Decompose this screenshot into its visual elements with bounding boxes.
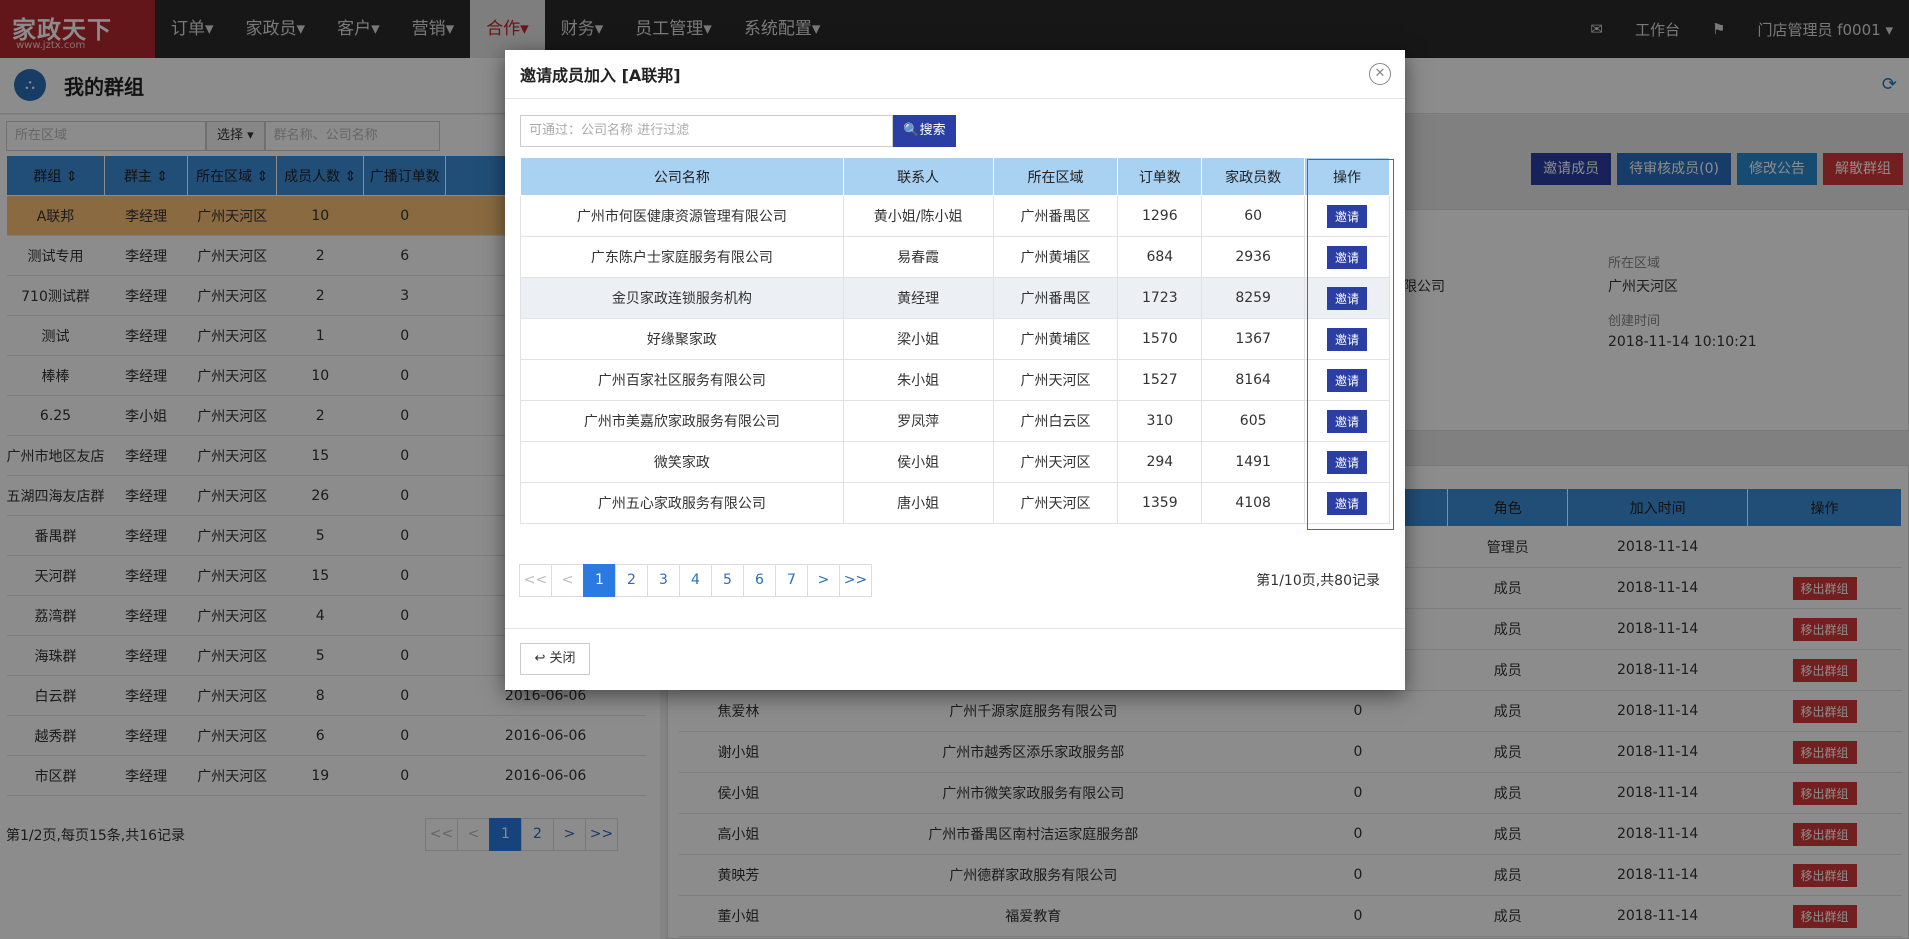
company-table-row: 广州市美嘉欣家政服务有限公司 罗凤萍 广州白云区 310 605 邀请 [520, 400, 1390, 442]
company-table-cell: 广州市何医健康资源管理有限公司 [520, 195, 844, 237]
company-table-cell: 1491 [1201, 441, 1306, 483]
company-table-cell: 广州黄埔区 [992, 236, 1119, 278]
company-table-cell: 60 [1201, 195, 1306, 237]
company-table-cell: 朱小姐 [842, 359, 994, 401]
action-column-highlight [1307, 159, 1394, 530]
page-link[interactable]: > [807, 564, 840, 597]
page-link[interactable]: 3 [647, 564, 680, 597]
close-icon[interactable]: ✕ [1369, 63, 1391, 85]
page-link[interactable]: 1 [583, 564, 616, 597]
company-table-cell: 294 [1117, 441, 1203, 483]
company-table-row: 微笑家政 侯小姐 广州天河区 294 1491 邀请 [520, 441, 1390, 483]
invite-member-dialog: 邀请成员加入 [A联邦] ✕ 可通过：公司名称 进行过滤 🔍搜索 公司名称 联系人… [505, 50, 1405, 690]
page-link[interactable]: 6 [743, 564, 776, 597]
page-link[interactable]: >> [839, 564, 872, 597]
company-table-cell: 1723 [1117, 277, 1203, 319]
company-table-cell: 广州白云区 [992, 400, 1119, 442]
company-table-row: 广州百家社区服务有限公司 朱小姐 广州天河区 1527 8164 邀请 [520, 359, 1390, 401]
company-table-row: 广州市何医健康资源管理有限公司 黄小姐/陈小姐 广州番禺区 1296 60 邀请 [520, 195, 1390, 237]
page-link[interactable]: 2 [615, 564, 648, 597]
company-table-cell: 易春霞 [842, 236, 994, 278]
company-table-cell: 684 [1117, 236, 1203, 278]
company-table-header: 订单数 [1117, 157, 1203, 196]
page-link[interactable]: 7 [775, 564, 808, 597]
company-table-cell: 广州百家社区服务有限公司 [520, 359, 844, 401]
page-link[interactable]: << [519, 564, 552, 597]
company-filter-input[interactable]: 可通过：公司名称 进行过滤 [520, 115, 893, 147]
company-table-cell: 广州五心家政服务有限公司 [520, 482, 844, 524]
company-table-cell: 1527 [1117, 359, 1203, 401]
company-table-cell: 广州天河区 [992, 441, 1119, 483]
company-table-row: 广州五心家政服务有限公司 唐小姐 广州天河区 1359 4108 邀请 [520, 482, 1390, 524]
company-table-cell: 黄经理 [842, 277, 994, 319]
company-table-header: 公司名称 [520, 157, 844, 196]
company-table-row: 广东陈户士家庭服务有限公司 易春霞 广州黄埔区 684 2936 邀请 [520, 236, 1390, 278]
company-table-cell: 广州天河区 [992, 359, 1119, 401]
company-table-cell: 罗凤萍 [842, 400, 994, 442]
company-table-row: 好缘聚家政 梁小姐 广州黄埔区 1570 1367 邀请 [520, 318, 1390, 360]
company-pagination: << <1 2 3 4 5 6 7 > >> [519, 564, 872, 597]
page-link[interactable]: 4 [679, 564, 712, 597]
company-table-cell: 广州市美嘉欣家政服务有限公司 [520, 400, 844, 442]
company-table-cell: 310 [1117, 400, 1203, 442]
company-table-cell: 8164 [1201, 359, 1306, 401]
company-table-header: 所在区域 [992, 157, 1119, 196]
company-table-row: 金贝家政连锁服务机构 黄经理 广州番禺区 1723 8259 邀请 [520, 277, 1390, 319]
company-table-cell: 4108 [1201, 482, 1306, 524]
close-button[interactable]: ↩ 关闭 [520, 643, 590, 675]
company-table-header: 联系人 [842, 157, 994, 196]
company-table-cell: 605 [1201, 400, 1306, 442]
company-table-cell: 1570 [1117, 318, 1203, 360]
company-table-cell: 侯小姐 [842, 441, 994, 483]
company-pager-info: 第1/10页,共80记录 [1256, 573, 1380, 589]
page-link[interactable]: < [551, 564, 584, 597]
company-table: 公司名称 联系人 所在区域 订单数 家政员数 操作 广州市何医健康资源管理有限公司 黄小姐/… [520, 157, 1390, 524]
company-table-cell: 1367 [1201, 318, 1306, 360]
company-table-cell: 1296 [1117, 195, 1203, 237]
dialog-header-divider [505, 98, 1405, 99]
company-table-cell: 唐小姐 [842, 482, 994, 524]
company-table-cell: 广州番禺区 [992, 277, 1119, 319]
page-link[interactable]: 5 [711, 564, 744, 597]
company-table-cell: 金贝家政连锁服务机构 [520, 277, 844, 319]
company-table-cell: 广东陈户士家庭服务有限公司 [520, 236, 844, 278]
company-table-cell: 2936 [1201, 236, 1306, 278]
company-table-cell: 广州黄埔区 [992, 318, 1119, 360]
company-table-cell: 梁小姐 [842, 318, 994, 360]
dialog-title: 邀请成员加入 [A联邦] [520, 66, 681, 85]
company-table-cell: 1359 [1117, 482, 1203, 524]
company-table-cell: 8259 [1201, 277, 1306, 319]
company-table-header: 家政员数 [1201, 157, 1306, 196]
company-table-cell: 黄小姐/陈小姐 [842, 195, 994, 237]
search-button[interactable]: 🔍搜索 [893, 115, 956, 147]
company-table-cell: 广州番禺区 [992, 195, 1119, 237]
company-table-cell: 广州天河区 [992, 482, 1119, 524]
dialog-footer-divider [505, 628, 1405, 629]
company-table-cell: 好缘聚家政 [520, 318, 844, 360]
company-table-cell: 微笑家政 [520, 441, 844, 483]
